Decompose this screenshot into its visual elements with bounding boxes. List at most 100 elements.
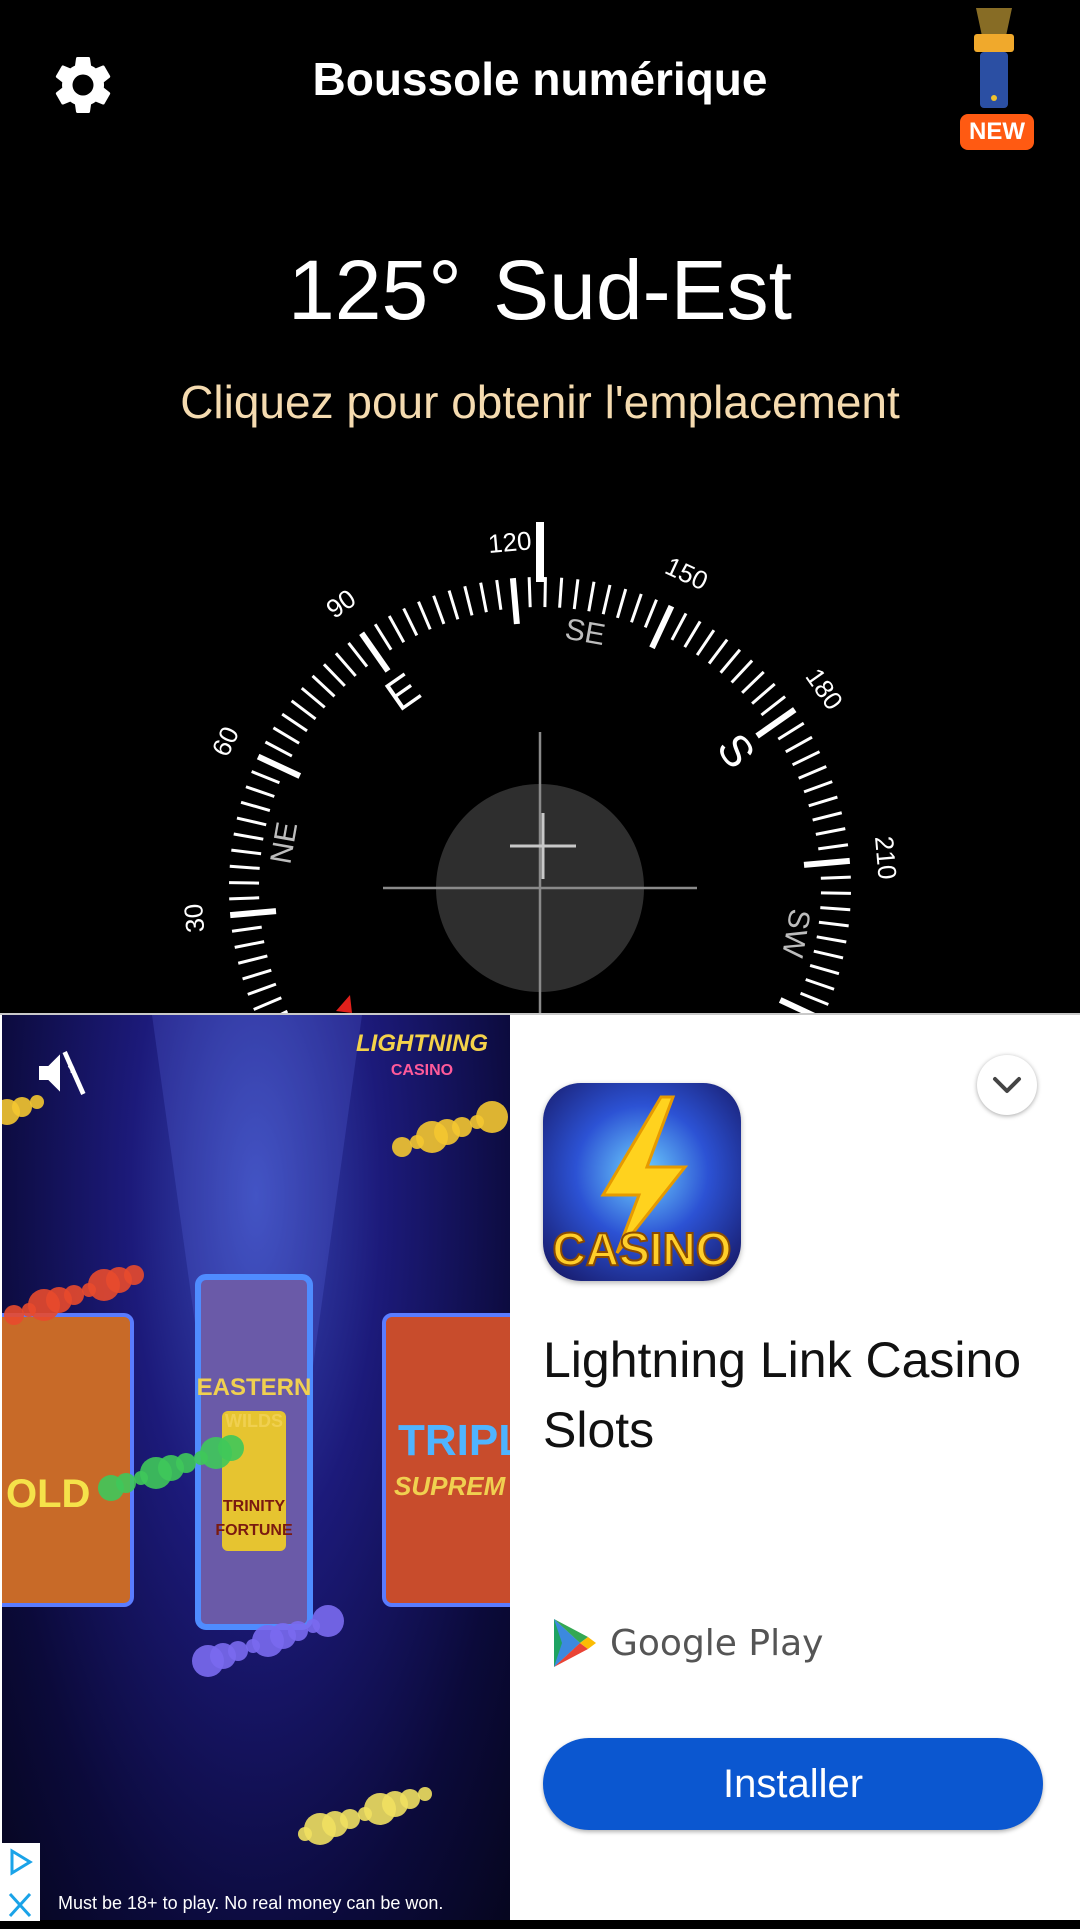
gem (306, 1619, 320, 1633)
major-tick (649, 604, 675, 650)
compass-dial: 30 60 90 120 150 180 210 NE SE SW E S (178, 522, 903, 1013)
ad-disclaimer: Must be 18+ to play. No real money can b… (58, 1893, 444, 1913)
minor-tick (707, 638, 729, 665)
major-tick (509, 577, 520, 625)
ad-video-art: OLD EASTERN WILDS TRINITY FORTUNE TRIPL … (2, 1015, 510, 1845)
minor-tick (791, 750, 821, 767)
minor-tick (777, 721, 805, 741)
minor-tick (816, 935, 847, 944)
gem (134, 1471, 148, 1485)
major-tick (803, 857, 851, 868)
gem (82, 1283, 96, 1297)
minor-tick (820, 875, 851, 880)
minor-tick (387, 615, 406, 643)
minor-tick (695, 629, 716, 656)
svg-text:WILDS: WILDS (225, 1411, 283, 1431)
degree-label: 180 (800, 663, 849, 716)
get-location-link[interactable]: Cliquez pour obtenir l'emplacement (0, 375, 1080, 429)
ad-banner: OLD EASTERN WILDS TRINITY FORTUNE TRIPL … (0, 1013, 1080, 1921)
tile-eastern-text: EASTERN (197, 1374, 312, 1401)
lightning-icon: CASINO (552, 1095, 732, 1276)
chevron-down-icon (993, 1077, 1021, 1093)
minor-tick (495, 579, 503, 610)
minor-tick (432, 595, 446, 625)
minor-tick (347, 642, 369, 668)
minor-tick (479, 582, 488, 613)
minor-tick (527, 577, 532, 608)
minor-tick (630, 593, 643, 623)
close-icon[interactable] (0, 1886, 40, 1924)
minor-tick (751, 682, 776, 705)
minor-tick (799, 991, 829, 1006)
intercardinal-label: SE (562, 613, 607, 652)
minor-tick (558, 577, 564, 608)
major-tick (229, 908, 277, 919)
cardinal-label: E (377, 664, 429, 721)
gem (194, 1451, 208, 1465)
minor-tick (670, 612, 688, 641)
minor-tick (543, 577, 547, 608)
gem (410, 1135, 424, 1149)
degree-label: 120 (487, 525, 533, 559)
minor-tick (242, 968, 272, 981)
game-tile-buffalo (2, 1313, 134, 1607)
minor-tick (760, 695, 786, 717)
minor-tick (229, 896, 260, 901)
minor-tick (813, 949, 844, 960)
app-title: Boussole numérique (312, 53, 768, 105)
north-marker (336, 995, 352, 1013)
degree-label: 150 (661, 551, 713, 597)
minor-tick (334, 652, 357, 677)
ad-app-title[interactable]: Lightning Link Casino Slots (543, 1325, 1043, 1465)
minor-tick (231, 848, 262, 856)
gem (22, 1303, 36, 1317)
minor-tick (311, 674, 336, 698)
degree-label: 60 (206, 722, 245, 761)
install-button[interactable]: Installer (543, 1738, 1043, 1830)
gem (392, 1137, 412, 1157)
heading-direction: Sud-Est (493, 243, 792, 337)
major-tick (256, 753, 302, 779)
minor-tick (240, 800, 271, 812)
store-badge: Google Play (550, 1615, 823, 1671)
heading-degrees: 125° (288, 243, 462, 337)
minor-tick (820, 906, 851, 912)
degree-label: 30 (178, 903, 210, 934)
svg-text:SUPREM: SUPREM (394, 1471, 507, 1501)
brand-logo: LIGHTNING (356, 1030, 488, 1057)
minor-tick (463, 585, 474, 616)
app-icon-text: CASINO (553, 1223, 732, 1275)
minor-tick (234, 940, 265, 949)
cardinal-label: S (707, 725, 764, 777)
minor-tick (251, 770, 281, 785)
collapse-ad-button[interactable] (977, 1055, 1037, 1115)
minor-tick (587, 581, 596, 612)
minor-tick (730, 659, 754, 684)
adchoices-box[interactable] (0, 1843, 40, 1921)
minor-tick (233, 832, 264, 841)
tile-triple-text: TRIPL (398, 1416, 510, 1465)
minor-tick (616, 588, 628, 619)
degree-label: 210 (869, 835, 903, 881)
minor-tick (805, 978, 835, 991)
gem (298, 1827, 312, 1841)
minor-tick (815, 827, 846, 836)
new-badge: NEW (960, 114, 1034, 150)
minor-tick (229, 881, 260, 885)
mute-button[interactable] (32, 1045, 88, 1101)
gem (192, 1645, 224, 1677)
minor-tick (281, 712, 308, 733)
google-play-icon (554, 1619, 596, 1667)
ad-video[interactable]: OLD EASTERN WILDS TRINITY FORTUNE TRIPL … (2, 1015, 510, 1920)
advertised-app-icon[interactable]: CASINO (543, 1083, 741, 1281)
adchoices-icon[interactable] (0, 1843, 40, 1881)
minor-tick (300, 686, 326, 709)
svg-text:CASINO: CASINO (391, 1062, 453, 1079)
minor-tick (808, 795, 838, 808)
minor-tick (741, 670, 765, 694)
gem (470, 1115, 484, 1129)
compass-app: Boussole numérique NEW 125° Sud-Est Cliq… (0, 0, 1080, 1013)
tile-buffalo-text: OLD (6, 1472, 90, 1516)
flashlight-icon (974, 8, 1014, 108)
heading-readout: 125° Sud-Est (0, 240, 1080, 340)
